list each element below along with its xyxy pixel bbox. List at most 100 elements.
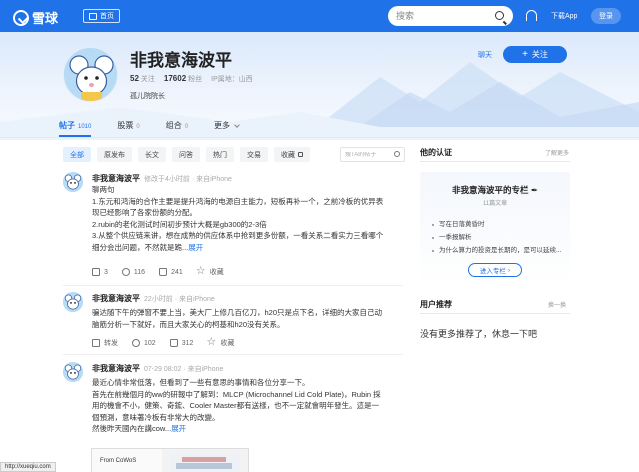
tab-posts[interactable]: 帖子 1010: [59, 120, 92, 137]
post-author[interactable]: 非我意海波平 修改于4小时前 · 来自iPhone: [92, 173, 232, 184]
download-app-link[interactable]: 下载App: [551, 11, 577, 21]
expand-link[interactable]: 展开: [171, 424, 186, 433]
sidebar-divider: [420, 313, 570, 314]
search-icon[interactable]: [394, 151, 400, 157]
star-icon: [206, 335, 216, 348]
chat-link[interactable]: 聊天: [478, 50, 492, 60]
post-avatar[interactable]: [63, 292, 83, 312]
post-filter-bar: 全部 原发布 长文 问答 热门 交易 收藏: [63, 147, 316, 162]
refresh-recommend-link[interactable]: 换一换: [548, 300, 566, 309]
post-body: 聊两句 1.东元和鸿海的合作主要是提升鸿海的电源自主能力，短板再补一个，之前冷板…: [92, 185, 384, 252]
post-divider: [63, 354, 403, 355]
login-button[interactable]: 登录: [591, 8, 621, 24]
lock-icon: [298, 152, 303, 157]
post-meta: 修改于4小时前 · 来自iPhone: [144, 176, 232, 183]
filter-original[interactable]: 原发布: [97, 147, 132, 162]
profile-name: 非我意海波平: [130, 51, 232, 70]
thumbnail-caption: From CoWoS: [100, 458, 137, 464]
comment-button[interactable]: 102: [132, 338, 156, 348]
xueqiu-logo[interactable]: 雪球: [13, 8, 58, 27]
mouse-mascot-icon: [63, 292, 83, 312]
mouse-mascot-icon: [63, 172, 83, 192]
home-button[interactable]: 首页: [83, 9, 120, 23]
like-icon: [169, 339, 178, 347]
post-actions: 3 116 241 收藏: [92, 264, 238, 277]
like-button[interactable]: 241: [159, 267, 183, 277]
logo-mark-icon: [13, 9, 29, 26]
tab-stocks[interactable]: 股票 0: [117, 120, 139, 137]
sidebar-divider: [420, 161, 570, 162]
post-search-input[interactable]: [345, 151, 393, 158]
recommend-title: 用户推荐: [420, 300, 452, 309]
post-divider: [63, 285, 403, 286]
comment-icon: [121, 268, 130, 276]
favorite-button[interactable]: 收藏: [196, 264, 224, 277]
column-article-item[interactable]: 写在日落黄昏时: [432, 218, 562, 231]
learn-more-link[interactable]: 了解更多: [545, 148, 569, 157]
post-image-thumbnail[interactable]: From CoWoS: [91, 448, 249, 472]
star-icon: [196, 264, 206, 277]
mouse-mascot-icon: [63, 362, 83, 382]
filter-favorites[interactable]: 收藏: [274, 147, 310, 162]
customer-service-icon[interactable]: [526, 10, 537, 21]
post-body: 骗达随下午的弹窗不要上当，美大厂上修几百亿刀，h20只是点下名，详细的大家自己动…: [92, 308, 383, 329]
comment-icon: [132, 339, 140, 347]
stat-followers[interactable]: 17602 粉丝: [164, 74, 202, 84]
tab-more[interactable]: 更多: [214, 120, 240, 137]
column-article-item[interactable]: 为什么算力的投资是长期的，是可以延续...: [432, 244, 562, 257]
filter-hot[interactable]: 热门: [206, 147, 234, 162]
share-button[interactable]: 3: [92, 267, 108, 277]
expand-link[interactable]: 展开: [188, 243, 203, 252]
post-item: 非我意海波平 07-29 08:02 · 来自iPhone 最近心情非常低落，但看…: [63, 362, 403, 472]
home-label: 首页: [100, 13, 114, 20]
search-icon[interactable]: [495, 11, 504, 20]
column-title: 非我意海波平的专栏 ✒: [451, 185, 538, 196]
follow-button[interactable]: + 关注: [503, 46, 567, 63]
chevron-right-icon: ›: [507, 266, 511, 274]
filter-qa[interactable]: 问答: [172, 147, 200, 162]
post-author[interactable]: 非我意海波平 07-29 08:02 · 来自iPhone: [92, 363, 223, 374]
tab-portfolios[interactable]: 组合 0: [166, 120, 188, 137]
post-item: 非我意海波平 修改于4小时前 · 来自iPhone 聊两句 1.东元和鸿海的合作主…: [63, 172, 403, 282]
profile-stats: 52 关注 17602 粉丝 IP属地：山西: [130, 74, 262, 84]
no-recommendation-text: 没有更多推荐了，休息一下吧: [420, 329, 538, 339]
column-article-list: 写在日落黄昏时 一季报解析 为什么算力的投资是长期的，是可以延续...: [432, 218, 562, 257]
chevron-down-icon: [234, 122, 240, 128]
share-icon: [92, 268, 100, 276]
global-search-input[interactable]: [396, 11, 491, 21]
top-navigation-bar: 雪球 首页 下载App 登录: [0, 0, 639, 32]
enter-column-button[interactable]: 进入专栏 ›: [468, 263, 522, 277]
stat-following[interactable]: 52 关注: [130, 74, 155, 84]
home-icon: [89, 12, 97, 20]
post-search-box: [340, 147, 405, 162]
column-card[interactable]: 非我意海波平的专栏 ✒ 11篇文章 写在日落黄昏时 一季报解析 为什么算力的投资…: [420, 172, 570, 285]
mouse-mascot-icon: [64, 48, 117, 101]
comment-button[interactable]: 116: [121, 267, 145, 277]
global-search-box: [388, 6, 513, 26]
like-icon: [159, 268, 168, 276]
like-button[interactable]: 312: [169, 338, 193, 348]
column-article-item[interactable]: 一季报解析: [432, 231, 562, 244]
stat-ip-location: IP属地：山西: [211, 76, 253, 83]
filter-long-article[interactable]: 长文: [138, 147, 166, 162]
status-bar-url: http://xueqiu.com: [0, 462, 56, 472]
post-actions: 转发 102 312 收藏: [92, 335, 248, 348]
filter-trade[interactable]: 交易: [240, 147, 268, 162]
post-meta: 07-29 08:02 · 来自iPhone: [144, 366, 224, 373]
profile-tabs: 帖子 1010 股票 0 组合 0 更多: [59, 120, 265, 137]
plus-icon: +: [522, 49, 528, 60]
post-body: 最近心情非常低落，但看到了一些有意思的事情和各位分享一下。 首先在前幾個月的ww…: [92, 378, 381, 433]
filter-all[interactable]: 全部: [63, 147, 91, 162]
favorite-button[interactable]: 收藏: [206, 335, 234, 348]
share-icon: [92, 339, 100, 347]
post-avatar[interactable]: [63, 362, 83, 382]
share-button[interactable]: 转发: [92, 338, 118, 348]
profile-bio: 孤儿院院长: [130, 93, 165, 100]
logo-text: 雪球: [32, 11, 59, 26]
post-avatar[interactable]: [63, 172, 83, 192]
certification-title: 他的认证: [420, 148, 452, 157]
post-author[interactable]: 非我意海波平 22小时前 · 来自iPhone: [92, 293, 215, 304]
column-article-count: 11篇文章: [482, 201, 508, 207]
tab-divider: [0, 137, 639, 138]
feather-icon: ✒: [530, 186, 538, 196]
